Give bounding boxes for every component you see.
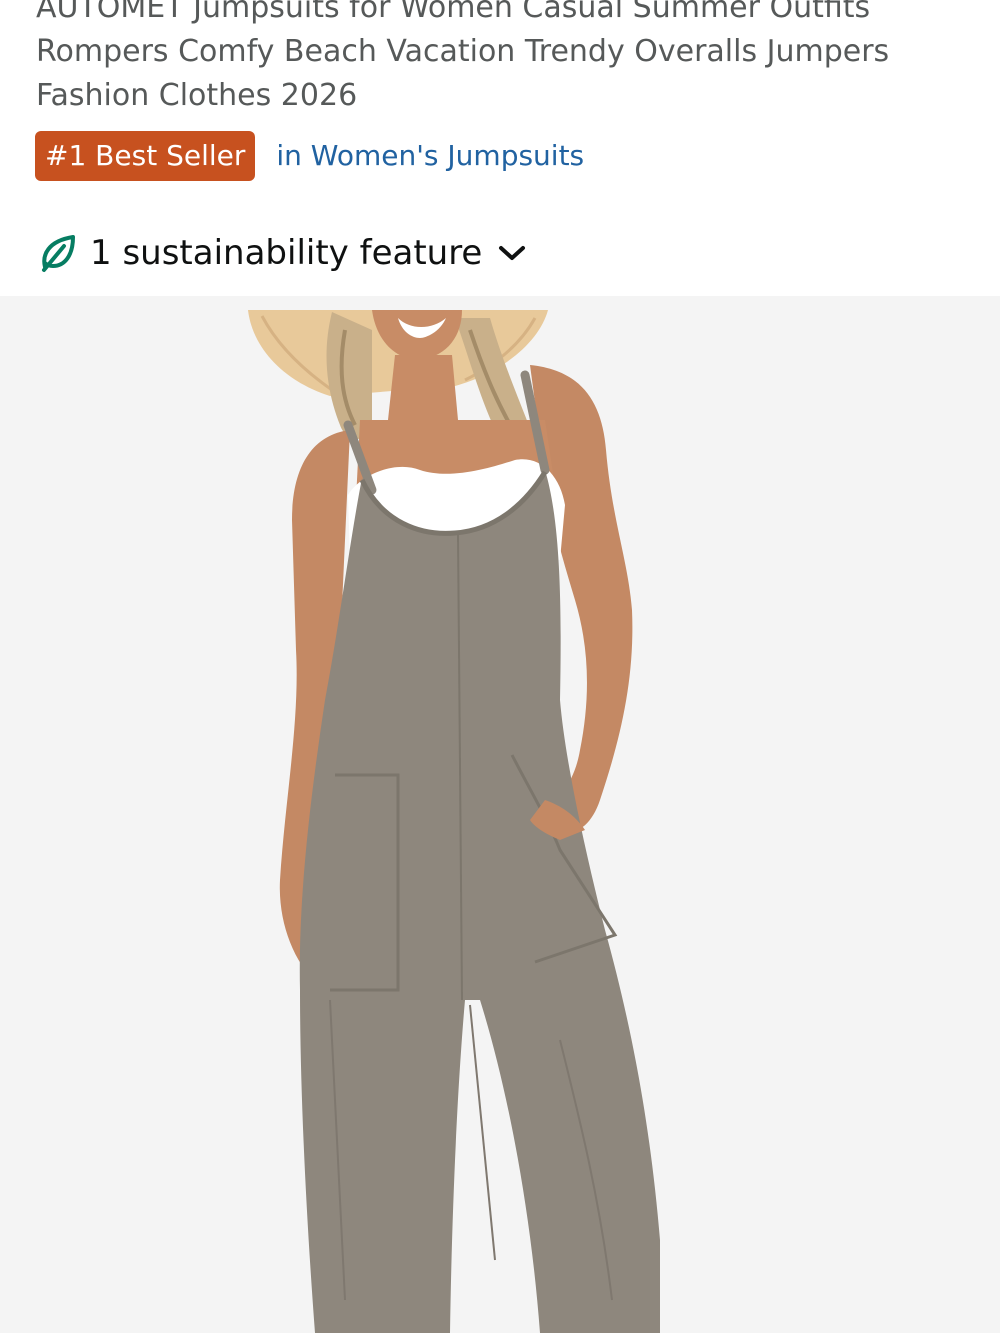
leaf-icon — [40, 233, 76, 273]
product-title: AUTOMET Jumpsuits for Women Casual Summe… — [36, 0, 890, 113]
sustainability-label: 1 sustainability feature — [90, 233, 483, 273]
best-seller-badge[interactable]: #1 Best Seller — [35, 131, 256, 181]
product-image — [0, 296, 1000, 1333]
chevron-down-icon — [496, 242, 528, 264]
best-seller-row: #1 Best Seller in Women's Jumpsuits — [35, 131, 584, 181]
product-image-carousel[interactable] — [0, 296, 1000, 1333]
product-header: AUTOMET Jumpsuits for Women Casual Summe… — [0, 0, 1000, 296]
sustainability-feature-toggle[interactable]: 1 sustainability feature — [40, 226, 528, 280]
category-link[interactable]: in Women's Jumpsuits — [276, 131, 584, 181]
